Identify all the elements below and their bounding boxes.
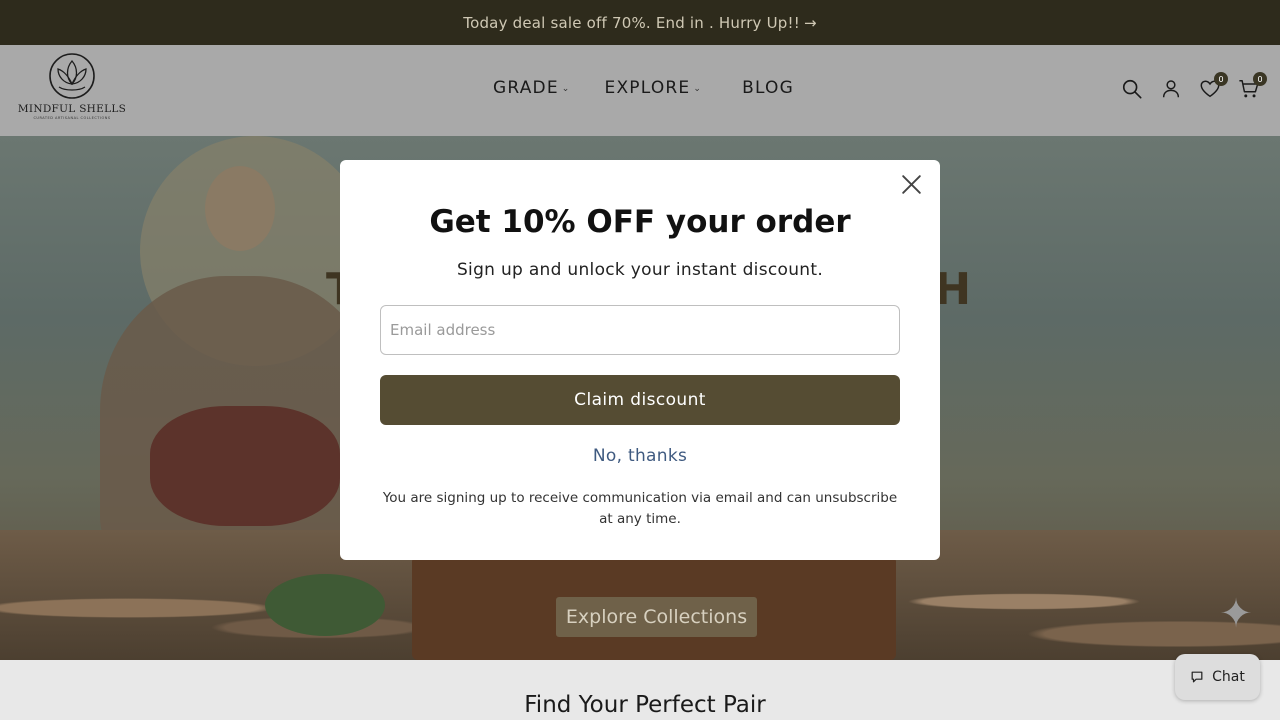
nav-item-label: EXPLORE xyxy=(604,78,691,98)
chat-bubble-icon xyxy=(1191,671,1203,683)
back-to-top-icon[interactable]: ✦ xyxy=(1218,593,1254,635)
chevron-down-icon: ⌄ xyxy=(693,84,703,94)
modal-legal-text: You are signing up to receive communicat… xyxy=(382,490,898,527)
site-header: MINDFUL SHELLS CURATED ARTISANAL COLLECT… xyxy=(0,45,1280,136)
chevron-down-icon: ⌄ xyxy=(561,84,571,94)
search-button[interactable] xyxy=(1121,78,1143,102)
site-logo[interactable]: MINDFUL SHELLS CURATED ARTISANAL COLLECT… xyxy=(18,51,126,129)
logo-brand-name: MINDFUL SHELLS xyxy=(17,103,127,115)
nav-item-explore[interactable]: EXPLORE ⌄ xyxy=(605,78,703,98)
no-thanks-button[interactable]: No, thanks xyxy=(340,446,940,466)
modal-title: Get 10% OFF your order xyxy=(429,204,851,240)
nav-item-grade[interactable]: GRADE ⌄ xyxy=(493,78,571,98)
hero-lotus-leaf-image xyxy=(265,574,385,636)
email-field[interactable] xyxy=(380,305,900,355)
chat-label: Chat xyxy=(1212,669,1245,685)
close-icon xyxy=(902,175,921,194)
announcement-bar[interactable]: Today deal sale off 70%. End in . Hurry … xyxy=(0,0,1280,45)
arrow-right-icon: → xyxy=(803,13,817,32)
explore-collections-button[interactable]: Explore Collections xyxy=(556,597,757,637)
account-button[interactable] xyxy=(1160,78,1182,102)
close-modal-button[interactable] xyxy=(899,172,924,197)
main-nav: GRADE ⌄ EXPLORE ⌄ BLOG xyxy=(493,78,794,98)
claim-discount-button[interactable]: Claim discount xyxy=(380,375,900,425)
hero-statue-head xyxy=(205,166,275,251)
modal-subtitle: Sign up and unlock your instant discount… xyxy=(456,260,824,280)
discount-signup-modal: Get 10% OFF your order Sign up and unloc… xyxy=(340,160,940,560)
chat-button[interactable]: Chat xyxy=(1175,654,1260,700)
search-icon xyxy=(1122,79,1142,99)
nav-item-label: GRADE xyxy=(493,78,559,98)
section-title: Find Your Perfect Pair xyxy=(524,692,766,718)
lotus-logo-icon xyxy=(49,53,95,99)
announcement-text[interactable]: Today deal sale off 70%. End in . Hurry … xyxy=(463,14,800,32)
header-icons: 0 0 xyxy=(1121,72,1267,102)
featured-section: Find Your Perfect Pair xyxy=(0,660,1280,720)
hero-statue-robe xyxy=(150,406,340,526)
logo-tagline: CURATED ARTISANAL COLLECTIONS xyxy=(33,116,111,120)
nav-item-label: BLOG xyxy=(742,78,794,98)
account-icon xyxy=(1162,80,1180,98)
nav-item-blog[interactable]: BLOG xyxy=(742,78,794,98)
wishlist-count-badge: 0 xyxy=(1214,72,1228,86)
wishlist-button[interactable]: 0 xyxy=(1199,72,1228,102)
cart-button[interactable]: 0 xyxy=(1238,72,1267,102)
cart-count-badge: 0 xyxy=(1253,72,1267,86)
